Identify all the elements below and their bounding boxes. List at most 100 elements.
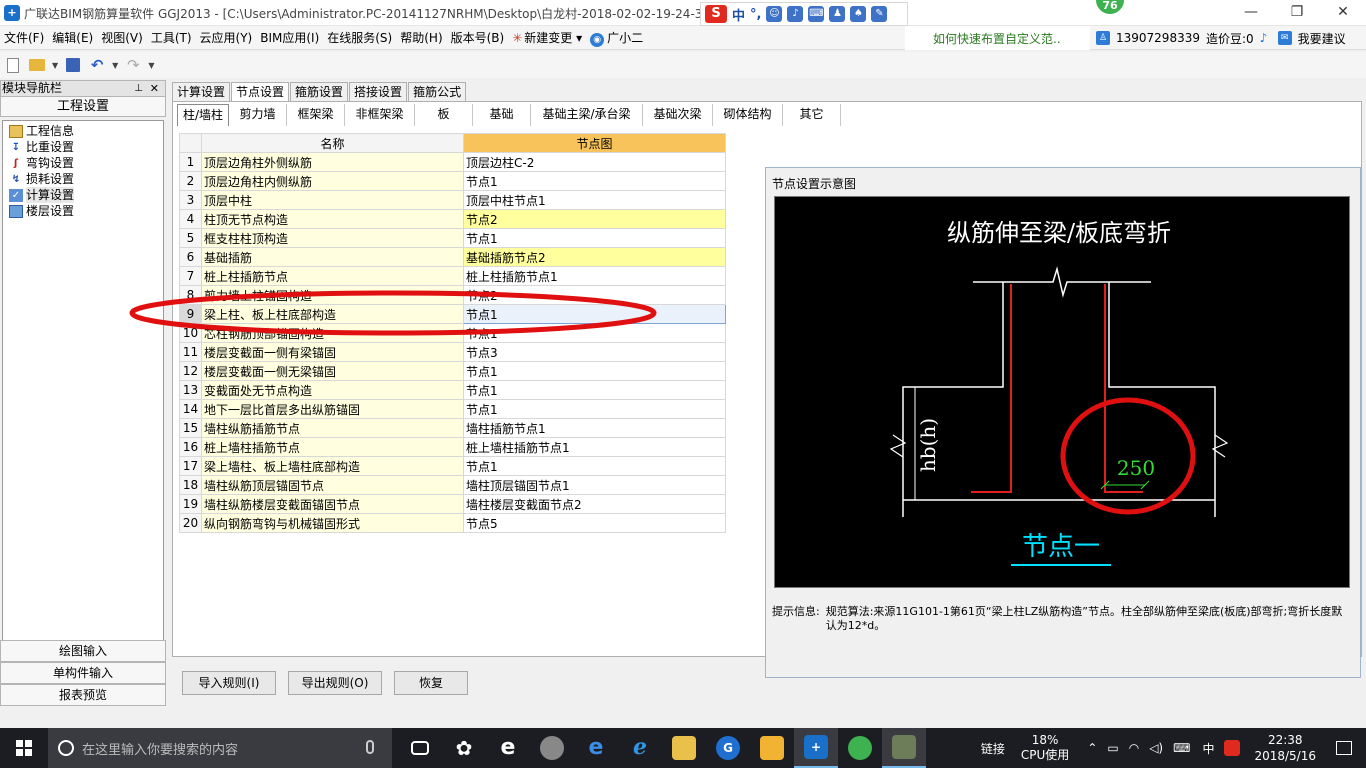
table-row[interactable]: 2 顶层边角柱内侧纵筋 节点1 bbox=[179, 171, 726, 191]
cost-beans[interactable]: 造价豆:0 bbox=[1206, 30, 1254, 47]
menu-new-change[interactable]: 新建变更 ▾ bbox=[508, 27, 586, 49]
minimize-icon[interactable]: — bbox=[1228, 0, 1274, 26]
row-node-cell[interactable]: 节点1 bbox=[463, 399, 726, 419]
score-badge[interactable]: 76 bbox=[1094, 0, 1126, 16]
table-row[interactable]: 15 墙柱纵筋插筋节点 墙柱插筋节点1 bbox=[179, 418, 726, 438]
subtab-foundation-secondary-beam[interactable]: 基础次梁 bbox=[643, 104, 713, 126]
row-node-cell[interactable]: 节点3 bbox=[463, 342, 726, 362]
nav-item-floor[interactable]: 楼层设置 bbox=[3, 203, 163, 219]
mic-icon[interactable] bbox=[366, 740, 374, 754]
table-row[interactable]: 6 基础插筋 基础插筋节点2 bbox=[179, 247, 726, 267]
start-button[interactable] bbox=[0, 728, 48, 768]
row-node-cell[interactable]: 墙柱插筋节点1 bbox=[463, 418, 726, 438]
nav-item-calc[interactable]: ✓ 计算设置 bbox=[3, 187, 163, 203]
table-row[interactable]: 20 纵向钢筋弯钩与机械锚固形式 节点5 bbox=[179, 513, 726, 533]
table-row[interactable]: 3 顶层中柱 顶层中柱节点1 bbox=[179, 190, 726, 210]
grid-header-node[interactable]: 节点图 bbox=[463, 133, 726, 153]
row-node-cell[interactable]: 桩上柱插筋节点1 bbox=[463, 266, 726, 286]
grid-header-name[interactable]: 名称 bbox=[201, 133, 464, 153]
subtab-non-frame-beam[interactable]: 非框架梁 bbox=[345, 104, 415, 126]
new-file-button[interactable] bbox=[4, 56, 22, 74]
chevron-up-icon[interactable]: ⌃ bbox=[1087, 741, 1097, 755]
row-node-cell[interactable]: 基础插筋节点2 bbox=[463, 247, 726, 267]
table-row[interactable]: 1 顶层边角柱外侧纵筋 顶层边柱C-2 bbox=[179, 152, 726, 172]
table-row[interactable]: 5 框支柱柱顶构造 节点1 bbox=[179, 228, 726, 248]
nav-close-icon[interactable]: ✕ bbox=[150, 81, 159, 96]
menu-edit[interactable]: 编辑(E) bbox=[48, 27, 97, 49]
menu-file[interactable]: 文件(F) bbox=[0, 27, 48, 49]
subtab-slab[interactable]: 板 bbox=[415, 104, 473, 126]
row-node-cell[interactable]: 节点5 bbox=[463, 513, 726, 533]
suggest-icon[interactable]: ✉ bbox=[1277, 31, 1292, 45]
nav-draw-input[interactable]: 绘图输入 bbox=[0, 640, 166, 662]
menu-online[interactable]: 在线服务(S) bbox=[323, 27, 396, 49]
save-button[interactable] bbox=[64, 56, 82, 74]
table-row[interactable]: 17 梁上墙柱、板上墙柱底部构造 节点1 bbox=[179, 456, 726, 476]
table-row[interactable]: 9 梁上柱、板上柱底部构造 节点1 bbox=[179, 304, 726, 324]
menu-bim[interactable]: BIM应用(I) bbox=[256, 27, 323, 49]
row-node-cell[interactable]: 墙柱楼层变截面节点2 bbox=[463, 494, 726, 514]
subtab-masonry[interactable]: 砌体结构 bbox=[713, 104, 783, 126]
taskbar-app-ggj[interactable]: + bbox=[794, 728, 838, 768]
row-node-cell[interactable]: 节点2 bbox=[463, 209, 726, 229]
tab-stirrup-formula[interactable]: 箍筋公式 bbox=[408, 82, 467, 102]
table-row[interactable]: 14 地下一层比首层多出纵筋锚固 节点1 bbox=[179, 399, 726, 419]
user-icon[interactable]: ♟ bbox=[829, 6, 846, 22]
voice-icon[interactable]: ♪ bbox=[787, 6, 804, 22]
table-row[interactable]: 12 楼层变截面一侧无梁锚固 节点1 bbox=[179, 361, 726, 381]
cpu-usage[interactable]: 18% CPU使用 bbox=[1021, 733, 1069, 763]
table-row[interactable]: 4 柱顶无节点构造 节点2 bbox=[179, 209, 726, 229]
row-node-cell[interactable]: 桩上墙柱插筋节点1 bbox=[463, 437, 726, 457]
undo-dropdown-icon[interactable]: ▼ bbox=[112, 61, 118, 70]
subtab-column[interactable]: 柱/墙柱 bbox=[177, 104, 229, 126]
clock[interactable]: 22:38 2018/5/16 bbox=[1254, 732, 1316, 764]
row-node-cell[interactable]: 节点1 bbox=[463, 171, 726, 191]
row-node-cell[interactable]: 墙柱顶层锚固节点1 bbox=[463, 475, 726, 495]
taskbar-app-ie[interactable]: ℯ bbox=[618, 728, 662, 768]
bell-icon[interactable]: ♪ bbox=[1260, 31, 1272, 45]
table-row[interactable]: 10 芯柱钢筋顶部锚固构造 节点1 bbox=[179, 323, 726, 343]
nav-item-loss[interactable]: ↯ 损耗设置 bbox=[3, 171, 163, 187]
suggest-link[interactable]: 我要建议 bbox=[1298, 30, 1346, 47]
keyboard-icon[interactable]: ⌨ bbox=[808, 6, 825, 22]
taskbar-app-edge[interactable]: e bbox=[574, 728, 618, 768]
nav-report-preview[interactable]: 报表预览 bbox=[0, 684, 166, 706]
subtab-foundation[interactable]: 基础 bbox=[473, 104, 531, 126]
row-node-cell[interactable]: 节点1 bbox=[463, 380, 726, 400]
menu-help[interactable]: 帮助(H) bbox=[396, 27, 446, 49]
open-dropdown-icon[interactable]: ▼ bbox=[52, 61, 58, 70]
undo-button[interactable]: ↶ bbox=[88, 56, 106, 74]
tip-link[interactable]: 如何快速布置自定义范.. bbox=[905, 26, 1090, 50]
table-row[interactable]: 8 剪力墙上柱锚固构造 节点2 bbox=[179, 285, 726, 305]
menu-tools[interactable]: 工具(T) bbox=[147, 27, 196, 49]
taskbar-app-explorer[interactable] bbox=[662, 728, 706, 768]
taskbar-app-chrome-like[interactable] bbox=[530, 728, 574, 768]
table-row[interactable]: 13 变截面处无节点构造 节点1 bbox=[179, 380, 726, 400]
nav-item-weight[interactable]: ↧ 比重设置 bbox=[3, 139, 163, 155]
taskbar-app-ie-old[interactable]: e bbox=[486, 728, 530, 768]
tray-ime[interactable]: 中 bbox=[1202, 740, 1214, 757]
subtab-shear-wall[interactable]: 剪力墙 bbox=[229, 104, 287, 126]
export-rules-button[interactable]: 导出规则(O) bbox=[288, 671, 382, 695]
skin-icon[interactable]: ♠ bbox=[850, 6, 867, 22]
phone-number[interactable]: 13907298339 bbox=[1116, 31, 1200, 45]
row-node-cell[interactable]: 顶层中柱节点1 bbox=[463, 190, 726, 210]
sogou-logo-icon[interactable]: S bbox=[705, 5, 727, 23]
tab-node-settings[interactable]: 节点设置 bbox=[231, 82, 290, 103]
menu-cloud[interactable]: 云应用(Y) bbox=[196, 27, 257, 49]
row-node-cell[interactable]: 节点1 bbox=[463, 304, 726, 324]
taskbar-app-green[interactable] bbox=[838, 728, 882, 768]
emoji-icon[interactable]: ☺ bbox=[766, 6, 783, 22]
close-icon[interactable]: ✕ bbox=[1320, 0, 1366, 26]
row-node-cell[interactable]: 节点2 bbox=[463, 285, 726, 305]
pin-icon[interactable]: ⊥ bbox=[134, 81, 143, 96]
ime-toolbar[interactable]: S 中 °, ☺ ♪ ⌨ ♟ ♠ ✎ bbox=[700, 2, 908, 26]
table-row[interactable]: 18 墙柱纵筋顶层锚固节点 墙柱顶层锚固节点1 bbox=[179, 475, 726, 495]
redo-button[interactable]: ↷ bbox=[124, 56, 142, 74]
table-row[interactable]: 19 墙柱纵筋楼层变截面锚固节点 墙柱楼层变截面节点2 bbox=[179, 494, 726, 514]
tray-link[interactable]: 链接 bbox=[981, 740, 1005, 757]
sogou-tray-icon[interactable] bbox=[1224, 740, 1241, 756]
table-row[interactable]: 11 楼层变截面一侧有梁锚固 节点3 bbox=[179, 342, 726, 362]
app-icon[interactable]: + bbox=[4, 5, 20, 21]
taskbar-app-notes[interactable] bbox=[750, 728, 794, 768]
